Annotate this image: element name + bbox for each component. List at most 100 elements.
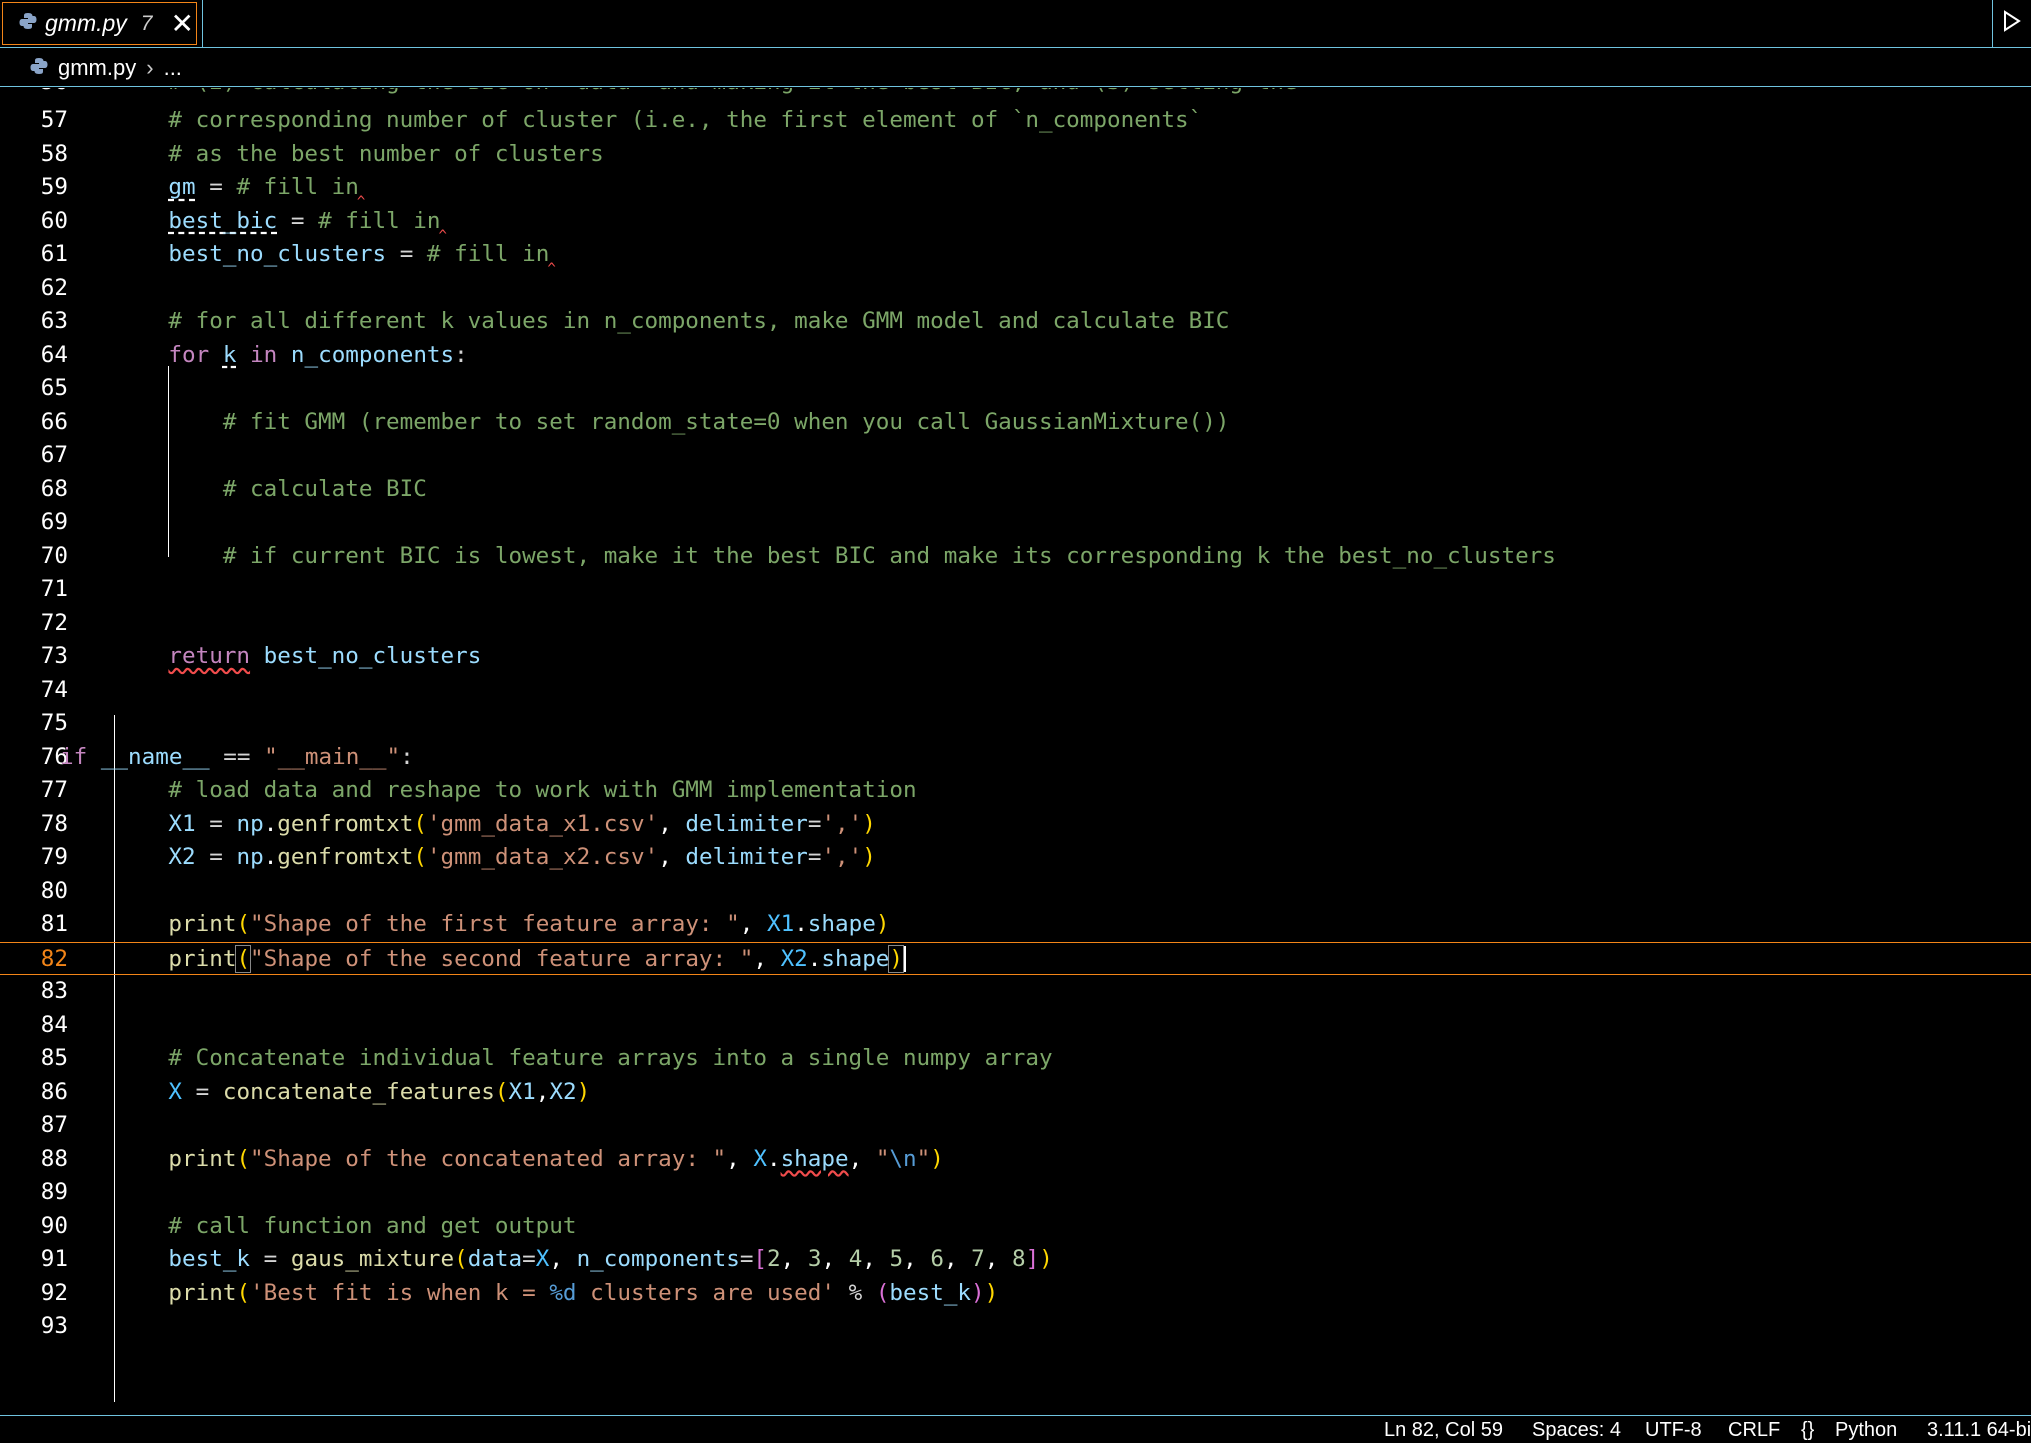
status-cursor-position[interactable]: Ln 82, Col 59 <box>1384 1419 1503 1442</box>
code-text: # call function and get output <box>114 1212 577 1239</box>
status-bar: Ln 82, Col 59 Spaces: 4 UTF-8 CRLF {} Py… <box>0 1415 2031 1443</box>
code-line: 87 <box>0 1109 2031 1143</box>
code-text: # corresponding number of cluster (i.e.,… <box>114 107 1203 133</box>
code-text: X1 = np.genfromtxt('gmm_data_x1.csv', de… <box>168 810 876 837</box>
code-line: 60 best_bic = # fill in <box>0 205 2031 239</box>
code-line: 57 # corresponding number of cluster (i.… <box>0 104 2031 138</box>
code-line: 62 <box>0 272 2031 306</box>
code-line: 81 print("Shape of the first feature arr… <box>0 908 2031 942</box>
line-number: 83 <box>40 978 68 1004</box>
code-line: 71 <box>0 573 2031 607</box>
code-text: # load data and reshape to work with GMM… <box>114 777 917 803</box>
code-text: # Concatenate individual feature arrays … <box>114 1045 1053 1071</box>
line-number: 84 <box>40 1011 68 1038</box>
code-line: 80 <box>0 875 2031 909</box>
editor-tab-gmm[interactable]: gmm.py 7 ✕ <box>2 2 197 45</box>
tab-problem-count: 7 <box>140 11 153 35</box>
line-number: 90 <box>40 1212 68 1239</box>
code-line: 92 print('Best fit is when k = %d cluste… <box>0 1277 2031 1311</box>
line-number: 60 <box>40 207 68 234</box>
line-number: 56 <box>0 88 68 100</box>
line-number: 72 <box>40 609 68 636</box>
line-number: 87 <box>40 1112 68 1138</box>
line-number: 93 <box>40 1313 68 1339</box>
code-line: 73 return best_no_clusters <box>0 640 2031 674</box>
breadcrumb-file[interactable]: gmm.py <box>58 55 136 81</box>
code-line: 66 # fit GMM (remember to set random_sta… <box>0 406 2031 440</box>
line-number: 61 <box>40 241 68 267</box>
code-line-current: 82 print("Shape of the second feature ar… <box>0 941 2031 977</box>
code-line: 61 best_no_clusters = # fill in <box>0 238 2031 272</box>
line-number: 66 <box>40 408 68 435</box>
line-number: 73 <box>40 643 68 669</box>
status-encoding[interactable]: UTF-8 <box>1645 1419 1702 1442</box>
code-text: print("Shape of the concatenated array: … <box>168 1145 944 1172</box>
chevron-right-icon: › <box>146 54 154 80</box>
code-line: 90 # call function and get output <box>0 1210 2031 1244</box>
line-number: 85 <box>40 1045 68 1071</box>
braces-icon: {} <box>1801 1419 1815 1441</box>
breadcrumb: gmm.py › ... <box>0 49 2031 87</box>
line-number: 67 <box>40 442 68 468</box>
tab-file-name: gmm.py <box>45 10 127 36</box>
code-text: # (2) calculating the BIC on `data` and … <box>114 88 1297 100</box>
python-file-icon <box>19 12 37 35</box>
code-editor[interactable]: 56 # (2) calculating the BIC on `data` a… <box>0 88 2031 1416</box>
code-text: X2 = np.genfromtxt('gmm_data_x2.csv', de… <box>168 844 876 870</box>
code-text: return best_no_clusters <box>168 643 482 669</box>
code-line: 64 for k in n_components: <box>0 339 2031 373</box>
line-number: 75 <box>40 710 68 736</box>
line-number: 77 <box>40 777 68 803</box>
breadcrumb-symbol[interactable]: ... <box>164 55 182 81</box>
line-number: 78 <box>40 810 68 837</box>
code-line: 88 print("Shape of the concatenated arra… <box>0 1143 2031 1177</box>
run-python-file-button[interactable] <box>1992 0 2031 47</box>
close-icon[interactable]: ✕ <box>170 9 193 38</box>
status-indentation[interactable]: Spaces: 4 <box>1532 1419 1621 1442</box>
code-line: 72 <box>0 607 2031 641</box>
status-language-mode[interactable]: Python <box>1835 1419 1897 1442</box>
line-number: 80 <box>40 877 68 904</box>
code-text: X = concatenate_features(X1,X2) <box>168 1078 591 1105</box>
line-number: 57 <box>40 107 68 133</box>
code-line: 77 # load data and reshape to work with … <box>0 774 2031 808</box>
code-text: # for all different k values in n_compon… <box>114 308 1230 334</box>
line-number: 79 <box>40 844 68 870</box>
code-text: best_k = gaus_mixture(data=X, n_componen… <box>168 1246 1053 1272</box>
text-cursor <box>904 946 907 972</box>
code-text: best_bic = # fill in <box>168 207 441 234</box>
code-text: print("Shape of the second feature array… <box>114 943 907 977</box>
code-line: 78 X1 = np.genfromtxt('gmm_data_x1.csv',… <box>0 808 2031 842</box>
code-line: 84 <box>0 1009 2031 1043</box>
tab-bar: gmm.py 7 ✕ <box>0 0 2031 48</box>
line-number: 76 <box>40 743 68 770</box>
code-line: 89 <box>0 1176 2031 1210</box>
code-line: 58 # as the best number of clusters <box>0 138 2031 172</box>
line-number: 74 <box>40 676 68 703</box>
code-text: best_no_clusters = # fill in <box>168 241 550 267</box>
code-line: 79 X2 = np.genfromtxt('gmm_data_x2.csv',… <box>0 841 2031 875</box>
line-number: 62 <box>40 274 68 301</box>
python-file-icon <box>30 55 48 81</box>
code-line: 69 <box>0 506 2031 540</box>
status-end-of-line[interactable]: CRLF <box>1728 1419 1780 1442</box>
code-line: 93 <box>0 1310 2031 1344</box>
line-number: 59 <box>40 174 68 200</box>
code-text: # as the best number of clusters <box>114 140 604 167</box>
code-line: 67 <box>0 439 2031 473</box>
code-line: 75 <box>0 707 2031 741</box>
code-text: # if current BIC is lowest, make it the … <box>114 542 1556 569</box>
line-number: 88 <box>40 1145 68 1172</box>
code-line: 91 best_k = gaus_mixture(data=X, n_compo… <box>0 1243 2031 1277</box>
line-number: 58 <box>40 140 68 167</box>
code-text: gm = # fill in <box>168 174 359 200</box>
code-line: 83 <box>0 975 2031 1009</box>
code-line: 86 X = concatenate_features(X1,X2) <box>0 1076 2031 1110</box>
code-line: 76 if __name__ == "__main__": <box>0 741 2031 775</box>
line-number: 86 <box>40 1078 68 1105</box>
line-number: 70 <box>40 542 68 569</box>
line-number: 69 <box>40 509 68 535</box>
status-interpreter[interactable]: 3.11.1 64-bit <box>1927 1419 2031 1442</box>
line-number: 89 <box>40 1179 68 1205</box>
line-number: 91 <box>40 1246 68 1272</box>
